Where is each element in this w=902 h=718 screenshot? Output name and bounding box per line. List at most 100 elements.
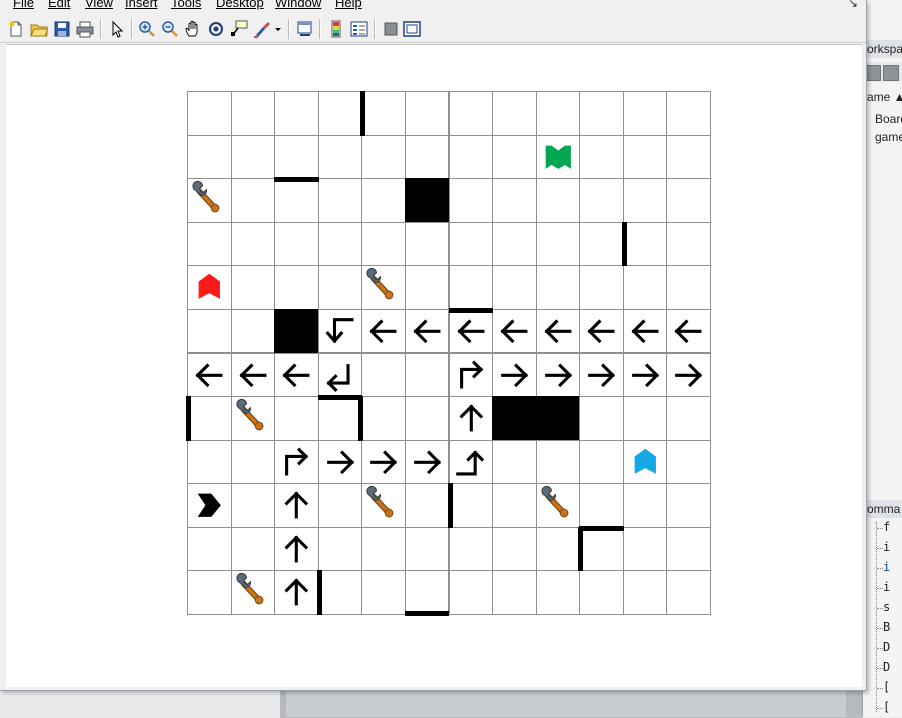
board-cell[interactable] [361,526,406,572]
board-cell[interactable] [622,178,668,223]
board-cell[interactable] [666,570,711,615]
board-cell[interactable] [317,221,363,267]
board-cell[interactable] [535,91,581,136]
board-cell[interactable] [230,308,276,354]
command-history-line[interactable]: s [883,600,890,614]
board-cell[interactable] [317,352,363,398]
print-figure-icon[interactable] [76,20,94,38]
menu-file[interactable]: File [13,0,34,10]
board-cell[interactable] [535,570,581,615]
board-cell[interactable] [187,396,232,441]
board-cell[interactable] [230,526,276,572]
edit-plot-pointer-icon[interactable] [108,20,126,38]
board-cell[interactable] [361,308,406,354]
board-cell[interactable] [492,526,537,572]
board-cell[interactable] [317,396,363,441]
board-cell[interactable] [622,308,668,354]
board-cell[interactable] [622,134,668,180]
board-cell[interactable] [579,178,624,223]
board-cell[interactable] [579,221,624,267]
menu-edit[interactable]: Edit [48,0,70,10]
board-cell[interactable] [274,483,319,528]
board-cell[interactable] [622,439,668,485]
board-cell[interactable] [317,308,363,354]
menu-view[interactable]: View [85,0,113,10]
menu-insert[interactable]: Insert [125,0,158,10]
workspace-tab[interactable]: orkspa [867,40,902,58]
board-cell[interactable] [579,439,624,485]
open-file-icon[interactable] [30,20,48,38]
board-cell[interactable] [622,526,668,572]
new-figure-icon[interactable] [7,20,25,38]
game-board[interactable] [186,91,711,616]
board-cell[interactable] [404,570,450,615]
rotate-3d-icon[interactable] [207,20,225,38]
insert-legend-icon[interactable] [350,20,368,38]
board-cell[interactable] [535,221,581,267]
board-cell[interactable] [666,265,711,310]
board-cell[interactable] [404,91,450,136]
board-cell[interactable] [492,352,537,398]
board-cell[interactable] [448,483,494,528]
brush-data-icon[interactable] [253,20,271,38]
command-history-line[interactable]: i [883,540,890,554]
board-cell[interactable] [274,352,319,398]
workspace-new-icon[interactable] [865,65,881,81]
board-cell[interactable] [579,352,624,398]
board-cell[interactable] [666,526,711,572]
board-cell[interactable] [230,483,276,528]
command-history-line[interactable]: D [883,640,890,654]
board-cell[interactable] [187,352,232,398]
board-cell[interactable] [187,134,232,180]
board-cell[interactable] [579,526,624,572]
board-cell[interactable] [622,265,668,310]
board-cell[interactable] [666,91,711,136]
menu-desktop[interactable]: Desktop [216,0,264,10]
board-cell[interactable] [230,570,276,615]
board-cell[interactable] [274,396,319,441]
board-cell[interactable] [404,308,450,354]
board-cell[interactable] [448,91,494,136]
board-cell[interactable] [317,134,363,180]
board-cell[interactable] [492,308,537,354]
board-cell[interactable] [622,91,668,136]
board-cell[interactable] [579,265,624,310]
board-cell[interactable] [492,570,537,615]
board-cell[interactable] [535,178,581,223]
board-cell[interactable] [579,396,624,441]
board-cell[interactable] [666,134,711,180]
brush-dropdown-chevron-down-icon[interactable] [273,20,283,38]
board-cell[interactable] [535,526,581,572]
board-cell[interactable] [274,91,319,136]
command-history-line[interactable]: B [883,620,890,634]
command-history-line[interactable]: f [883,520,890,534]
board-cell[interactable] [274,178,319,223]
board-cell[interactable] [274,265,319,310]
board-cell[interactable] [187,570,232,615]
command-history-line[interactable]: [ [883,700,890,714]
board-cell[interactable] [361,439,406,485]
board-cell[interactable] [666,439,711,485]
board-cell[interactable] [230,134,276,180]
workspace-variable-board[interactable]: Board [875,112,902,126]
board-cell[interactable] [317,526,363,572]
insert-colorbar-icon[interactable] [327,20,345,38]
board-cell[interactable] [404,134,450,180]
board-cell[interactable] [230,91,276,136]
board-cell[interactable] [448,134,494,180]
board-cell[interactable] [361,178,406,223]
board-cell[interactable] [361,483,406,528]
dock-arrow-icon[interactable]: ↘ [848,0,858,10]
board-cell[interactable] [187,526,232,572]
board-cell[interactable] [361,221,406,267]
command-history-line[interactable]: D [883,660,890,674]
workspace-edit-icon[interactable] [883,65,899,81]
command-history-tab[interactable]: omma [867,500,902,518]
command-history-line[interactable]: i [883,560,890,574]
board-cell[interactable] [230,352,276,398]
board-cell[interactable] [579,91,624,136]
board-cell[interactable] [622,352,668,398]
board-cell[interactable] [317,265,363,310]
board-cell[interactable] [361,91,406,136]
board-cell[interactable] [404,221,450,267]
